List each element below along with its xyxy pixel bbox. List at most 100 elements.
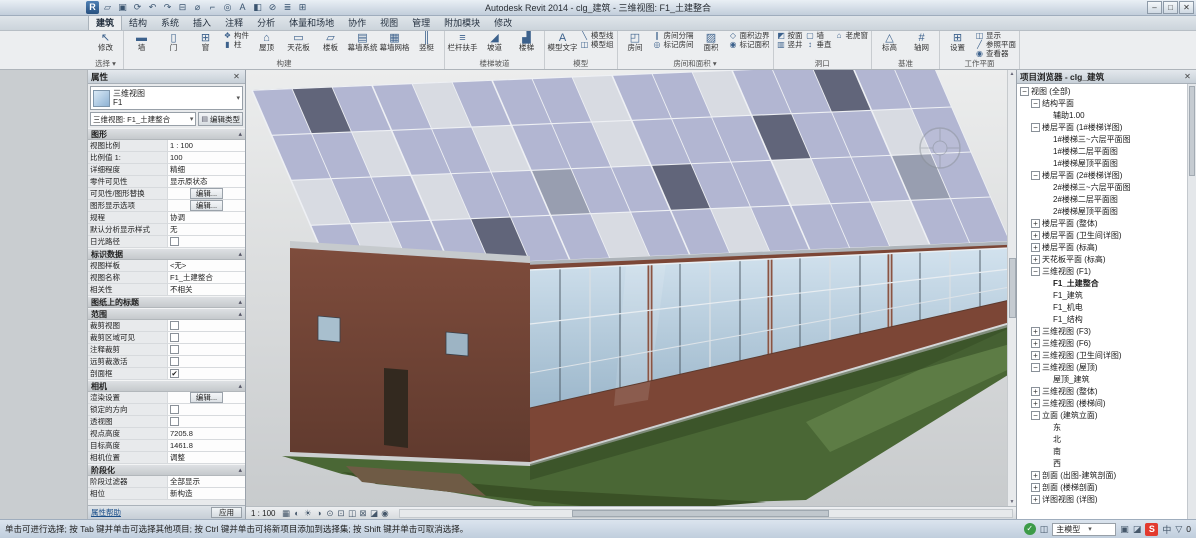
default-3d-view-button[interactable]: ◧ [251,1,264,14]
3d-viewport-canvas[interactable] [246,70,1016,519]
section-header-title-on-sheet[interactable]: 图纸上的标题▴ [88,296,245,308]
model-group-button[interactable]: ◫模型组 [579,40,615,49]
checkbox[interactable] [170,333,179,342]
ribbon-tab-注释[interactable]: 注释 [218,15,250,30]
ribbon-panel-label-build[interactable]: 构建 [126,59,442,69]
crop-view-icon[interactable]: ⊡ [335,508,346,519]
property-value[interactable]: 100 [168,152,245,163]
active-only-icon[interactable]: ▣ [1120,524,1129,535]
section-button[interactable]: ⊘ [266,1,279,14]
temporary-hide-isolate-icon[interactable]: ◪ [368,508,379,519]
tree-toggle-icon[interactable]: − [1031,123,1040,132]
browser-item[interactable]: +剖面 (楼梯剖面) [1017,481,1196,493]
edit-type-button[interactable]: ▤ 编辑类型 [198,112,243,126]
ribbon-tab-插入[interactable]: 插入 [186,15,218,30]
aligned-dimension-button[interactable]: ⌐ [206,1,219,14]
level-button[interactable]: △标高 [874,31,905,59]
browser-item[interactable]: +楼层平面 (卫生间详图) [1017,229,1196,241]
ribbon-tab-系统[interactable]: 系统 [154,15,186,30]
property-value[interactable]: 全部显示 [168,476,245,487]
window-button[interactable]: ⊞窗 [190,31,221,59]
browser-item[interactable]: F1_土建整合 [1017,277,1196,289]
sync-button[interactable]: ⟳ [131,1,144,14]
shaft-opening-button[interactable]: ▥竖井 [776,40,804,49]
browser-item[interactable]: 南 [1017,445,1196,457]
property-value[interactable]: 编辑... [168,392,245,403]
property-value[interactable]: 无 [168,224,245,235]
redo-button[interactable]: ↷ [161,1,174,14]
property-value[interactable] [168,320,245,331]
floor-button[interactable]: ▱楼板 [315,31,346,59]
collapse-icon[interactable]: ▴ [238,382,242,390]
tree-toggle-icon[interactable]: − [1031,99,1040,108]
edit-button[interactable]: 编辑... [190,200,223,211]
browser-item[interactable]: 1#楼梯二层平面图 [1017,145,1196,157]
wall-button[interactable]: ▬墙 [126,31,157,59]
close-button[interactable]: ✕ [1179,1,1194,14]
tree-toggle-icon[interactable]: + [1031,255,1040,264]
property-value[interactable] [168,404,245,415]
collapse-icon[interactable]: ▴ [238,250,242,258]
browser-item[interactable]: +三维视图 (F6) [1017,337,1196,349]
sun-path-icon[interactable]: ☀ [302,508,313,519]
ribbon-tab-建筑[interactable]: 建筑 [88,14,122,30]
ribbon-panel-label-opening[interactable]: 洞口 [776,59,870,69]
detail-level-icon[interactable]: ▦ [280,508,291,519]
mullion-button[interactable]: ║竖梃 [411,31,442,59]
browser-item[interactable]: F1_机电 [1017,301,1196,313]
browser-item[interactable]: −结构平面 [1017,97,1196,109]
properties-help-link[interactable]: 属性帮助 [91,507,121,518]
property-value[interactable] [168,344,245,355]
tree-toggle-icon[interactable]: + [1031,327,1040,336]
dormer-opening-button[interactable]: ⌂老虎窗 [834,31,870,40]
collapse-icon[interactable]: ▴ [238,298,242,306]
apply-button[interactable]: 应用 [211,507,242,518]
collapse-icon[interactable]: ▴ [238,130,242,138]
section-header-graphics[interactable]: 图形▴ [88,128,245,140]
property-value[interactable]: 编辑... [168,200,245,211]
browser-item[interactable]: +三维视图 (卫生间详图) [1017,349,1196,361]
property-value[interactable]: ✔ [168,368,245,379]
horizontal-scrollbar[interactable] [399,509,1013,518]
shadows-icon[interactable]: ◑ [313,508,324,519]
property-value[interactable] [168,416,245,427]
model-text-button[interactable]: A模型文字 [547,31,578,59]
ribbon-tab-协作[interactable]: 协作 [341,15,373,30]
ribbon-panel-label-work-plane[interactable]: 工作平面 [942,59,1017,69]
revit-logo[interactable]: R [86,1,99,14]
browser-item[interactable]: F1_结构 [1017,313,1196,325]
ribbon-panel-label-model[interactable]: 模型 [547,59,615,69]
vertical-scrollbar[interactable]: ▲ ▼ [1007,70,1016,506]
thin-lines-button[interactable]: ≣ [281,1,294,14]
tree-toggle-icon[interactable]: + [1031,471,1040,480]
section-header-phasing[interactable]: 阶段化▴ [88,464,245,476]
browser-item[interactable]: 辅助1.00 [1017,109,1196,121]
browser-item[interactable]: +楼层平面 (标高) [1017,241,1196,253]
property-value[interactable] [168,356,245,367]
checkbox[interactable]: ✔ [170,369,179,378]
section-header-extents[interactable]: 范围▴ [88,308,245,320]
modify-button[interactable]: ↖修改 [90,31,121,59]
property-value[interactable]: 协调 [168,212,245,223]
tree-toggle-icon[interactable]: − [1031,171,1040,180]
checkbox[interactable] [170,345,179,354]
browser-item[interactable]: +三维视图 (楼梯间) [1017,397,1196,409]
browser-scrollbar[interactable] [1187,84,1196,519]
property-value[interactable]: 显示原状态 [168,176,245,187]
browser-item[interactable]: 北 [1017,433,1196,445]
scroll-down-icon[interactable]: ▼ [1010,499,1015,505]
roof-button[interactable]: ⌂屋顶 [251,31,282,59]
ribbon-tab-管理[interactable]: 管理 [405,15,437,30]
steering-wheel-icon[interactable] [920,128,960,168]
column-button[interactable]: ▮柱 [222,40,250,49]
print-button[interactable]: ⊟ [176,1,189,14]
tag-room-button[interactable]: ◎标记房间 [652,40,695,49]
room-button[interactable]: ◰房间 [620,31,651,59]
browser-item[interactable]: 2#楼梯屋顶平面图 [1017,205,1196,217]
curtain-system-button[interactable]: ▤幕墙系统 [347,31,378,59]
design-options-icon[interactable]: ◫ [1040,524,1049,535]
save-button[interactable]: ▣ [116,1,129,14]
property-value[interactable] [168,236,245,247]
property-value[interactable]: 编辑... [168,188,245,199]
property-value[interactable]: 不相关 [168,284,245,295]
